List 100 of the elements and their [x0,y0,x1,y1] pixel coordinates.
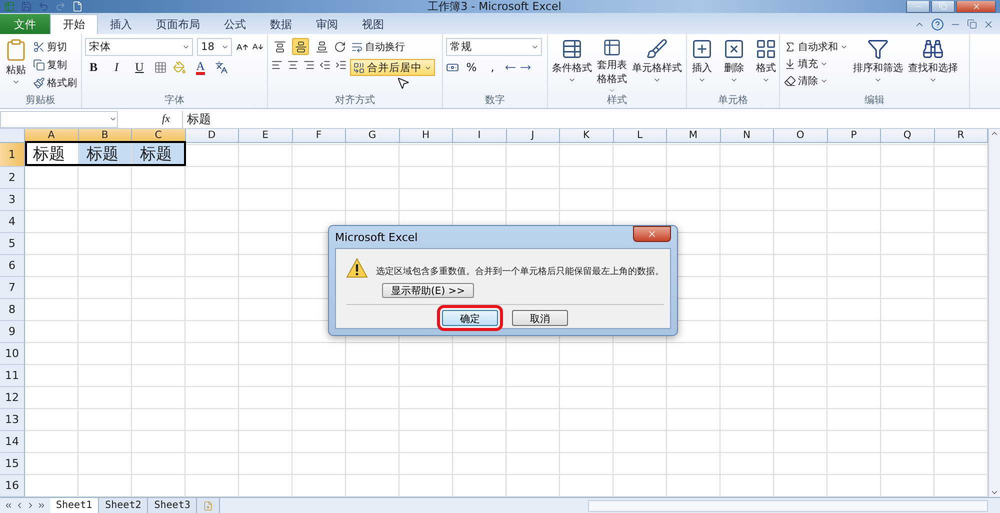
borders-icon [154,61,167,74]
column-header[interactable]: K [560,129,614,143]
horizontal-scrollbar[interactable] [588,500,988,512]
format-button[interactable]: I [108,59,125,76]
group-label: 对齐方式 [334,94,376,108]
merge-center-button[interactable]: 合并后居中 [350,59,435,76]
clipboard-button[interactable]: 格式刷 [32,74,78,91]
row-header[interactable]: 2 [0,167,25,189]
cursor-icon [396,76,410,90]
ribbon-tab[interactable]: 数据 [258,14,304,34]
column-header[interactable]: R [934,129,988,143]
cells-button[interactable]: 格式 [754,38,778,94]
row-header[interactable]: 13 [0,409,25,431]
minimize-button[interactable] [906,0,930,12]
align-right-icon [303,59,315,71]
font-name-field[interactable]: 宋体 [85,38,194,56]
clipboard-button[interactable]: 剪切 [32,38,78,55]
cells-button[interactable]: 删除 [722,38,746,94]
function-label[interactable]: fx [162,113,182,125]
style-button[interactable]: 条件格式 [551,38,593,94]
restore-icon [967,19,977,29]
style-button[interactable]: 套用表格格式 [596,38,628,94]
row-header[interactable]: 16 [0,475,25,497]
editing-button[interactable]: 排序和筛选 [852,38,904,94]
cells-button[interactable]: 插入 [690,38,714,94]
format-button[interactable]: U [131,59,148,76]
column-header[interactable]: P [828,129,881,143]
row-header[interactable]: 3 [0,189,25,211]
format-button[interactable]: B [85,59,102,76]
group-label: 剪贴板 [24,94,56,108]
font-size-field[interactable]: 18 [197,38,232,56]
column-header[interactable]: G [346,129,400,143]
ribbon-tab[interactable]: 文件 [0,14,50,34]
restore-button[interactable] [931,0,955,12]
row-header[interactable]: 4 [0,211,25,233]
wrap-text-button[interactable]: 自动换行 [350,38,435,55]
column-header[interactable]: N [720,129,774,143]
column-header[interactable]: E [239,129,292,143]
paste-button[interactable]: 粘贴 [3,38,29,94]
ribbon-tab[interactable]: 开始 [50,14,98,34]
column-header[interactable]: I [453,129,506,143]
number-format-field[interactable]: 常规 [446,38,542,56]
table-icon [601,38,623,58]
column-header[interactable]: L [614,129,667,143]
column-header[interactable]: J [506,129,560,143]
insert-cells-icon [691,38,713,60]
merge-icon [353,62,365,74]
align-icon [294,40,306,52]
ribbon-tab[interactable]: 审阅 [304,14,350,34]
column-header[interactable]: Q [881,129,934,143]
font-color-button[interactable]: A [192,59,209,76]
formula-field[interactable]: 标题 [182,110,1000,128]
vertical-align-button[interactable] [292,38,309,55]
row-header[interactable]: 11 [0,365,25,387]
align-center-icon [287,59,299,71]
number-style-button[interactable]: % [463,59,480,76]
column-header[interactable]: H [400,129,453,143]
row-header[interactable]: 5 [0,233,25,255]
style-button[interactable]: 单元格样式 [631,38,683,94]
sheet-tab[interactable]: Sheet2 [99,498,148,513]
dialog-close-button[interactable] [633,226,671,242]
row-header[interactable]: 9 [0,321,25,343]
window-title: 工作簿3 - Microsoft Excel [428,0,562,14]
column-header[interactable]: F [292,129,346,143]
editing-button[interactable]: 查找和选择 [907,38,959,94]
vertical-scrollbar[interactable] [988,129,1000,497]
wrap-text-icon [351,40,363,52]
row-header[interactable]: 1 [0,143,25,167]
group-label: 单元格 [717,94,749,108]
editing-button[interactable]: 填充 [783,55,849,72]
close-icon [647,229,657,239]
row-header[interactable]: 6 [0,255,25,277]
format-cells-icon [755,38,777,60]
orientation-icon [334,40,346,52]
column-header[interactable]: D [186,129,239,143]
ribbon-tab[interactable]: 公式 [212,14,258,34]
number-style-button[interactable]: , [484,59,501,76]
column-header[interactable]: O [774,129,828,143]
ribbon-tab[interactable]: 视图 [350,14,396,34]
sheet-tab[interactable]: Sheet1 [50,498,100,513]
column-header[interactable]: M [667,129,720,143]
eraser-icon [784,74,796,86]
ribbon-tab[interactable]: 页面布局 [144,14,212,34]
ribbon-tab[interactable]: 插入 [98,14,144,34]
clipboard-button[interactable]: 复制 [32,56,78,73]
editing-button[interactable]: 自动求和 [783,38,849,55]
editing-button[interactable]: 清除 [783,72,849,89]
row-header[interactable]: 10 [0,343,25,365]
row-header[interactable]: 12 [0,387,25,409]
close-button[interactable] [956,0,996,12]
row-header[interactable]: 7 [0,277,25,299]
dialog-button[interactable]: 取消 [512,310,568,326]
show-help-button[interactable]: 显示帮助(E) >> [382,283,474,298]
row-header[interactable]: 14 [0,431,25,453]
close-icon [983,18,994,30]
row-header[interactable]: 15 [0,453,25,475]
sheet-tab[interactable]: Sheet3 [148,498,198,513]
sigma-icon [784,40,796,52]
row-header[interactable]: 8 [0,299,25,321]
last-sheet-icon [37,501,46,510]
